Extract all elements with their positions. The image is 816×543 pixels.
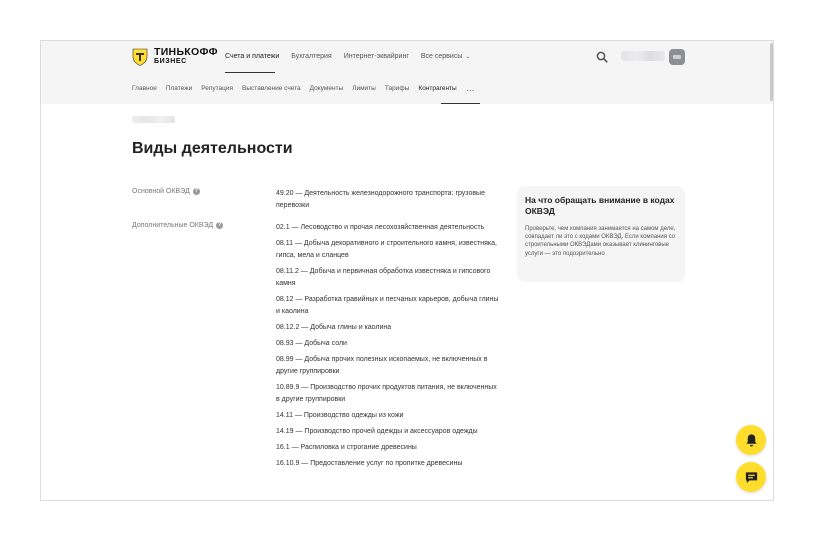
list-item: 14.19 — Производство прочей одежды и акс… [276,428,478,435]
top-nav-accounting[interactable]: Бухгалтерия [291,53,331,60]
question-icon[interactable]: ? [192,188,200,195]
logo-shield-icon [132,48,148,66]
additional-okved-label: Дополнительные ОКВЭД ? [132,222,224,229]
sub-nav-tariffs[interactable]: Тарифы [385,85,410,92]
sub-nav-limits[interactable]: Лимиты [352,85,376,92]
breadcrumb-blurred[interactable] [132,116,175,123]
list-item: 10.89.9 — Производство прочих продуктов … [276,384,497,403]
top-nav-acquiring[interactable]: Интернет-эквайринг [344,53,409,60]
chat-icon [745,471,757,483]
search-icon[interactable] [596,51,608,63]
chat-button[interactable] [736,462,766,492]
logo-text: ТИНЬКОФФ БИЗНЕС [154,46,218,66]
sub-nav-reputation[interactable]: Репутация [201,85,233,92]
question-icon[interactable]: ? [216,222,224,229]
page-title: Виды деятельности [132,140,293,157]
main-okved-label: Основной ОКВЭД ? [132,188,200,195]
more-icon[interactable]: … [466,84,476,93]
list-item: 16.10.9 — Предоставление услуг по пропит… [276,460,463,467]
logo[interactable]: ТИНЬКОФФ БИЗНЕС [131,46,218,66]
brand-sub: БИЗНЕС [154,58,187,65]
chevron-down-icon: ⌄ [465,54,471,60]
list-item: 08.12 — Разработка гравийных и песчаных … [276,296,499,315]
additional-okved-label-text: Дополнительные ОКВЭД [132,222,214,229]
sub-nav: Главное Платежи Репутация Выставление сч… [132,84,476,93]
top-nav-all-services[interactable]: Все сервисы ⌄ [421,53,470,60]
main-okved-value: 49.20 — Деятельность железнодорожного тр… [276,190,485,209]
info-card-body: Проверьте, чем компания занимается на са… [525,226,676,257]
browser-frame: ТИНЬКОФФ БИЗНЕС Счета и платежи Бухгалте… [40,40,774,501]
top-nav-all-services-label: Все сервисы [420,53,463,60]
top-nav: Счета и платежи Бухгалтерия Интернет-экв… [225,53,470,60]
scrollbar[interactable] [770,43,773,101]
info-card-title: На что обращать внимание в кодах ОКВЭД [525,195,675,216]
sub-nav-payments[interactable]: Платежи [166,85,192,92]
info-card: На что обращать внимание в кодах ОКВЭД П… [517,186,685,282]
sub-nav-counterparties[interactable]: Контрагенты [418,85,456,92]
additional-okved-list: 02.1 — Лесоводство и прочая лесохозяйств… [276,222,501,474]
main-okved-label-text: Основной ОКВЭД [132,188,190,195]
header: ТИНЬКОФФ БИЗНЕС Счета и платежи Бухгалте… [41,41,773,104]
sub-nav-active-underline [441,103,480,104]
top-nav-active-underline [225,72,275,73]
brand-name: ТИНЬКОФФ [154,46,218,58]
avatar[interactable] [669,49,685,65]
list-item: 08.11.2 — Добыча и первичная обработка и… [276,268,491,287]
sub-nav-invoicing[interactable]: Выставление счета [242,85,301,92]
bell-icon [745,433,757,446]
list-item: 16.1 — Распиловка и строгание древесины [276,444,417,451]
list-item: 14.11 — Производство одежды из кожи [276,412,404,419]
list-item: 08.99 — Добыча прочих полезных ископаемы… [276,356,488,375]
list-item: 08.11 — Добыча декоративного и строитель… [276,240,497,259]
sub-nav-main[interactable]: Главное [132,85,157,92]
sub-nav-documents[interactable]: Документы [310,85,344,92]
notifications-button[interactable] [736,425,766,455]
list-item: 02.1 — Лесоводство и прочая лесохозяйств… [276,224,485,231]
list-item: 08.93 — Добыча соли [276,340,347,347]
user-name-blurred[interactable] [621,51,665,61]
list-item: 08.12.2 — Добыча глины и каолина [276,324,392,331]
top-nav-accounts[interactable]: Счета и платежи [225,53,279,60]
